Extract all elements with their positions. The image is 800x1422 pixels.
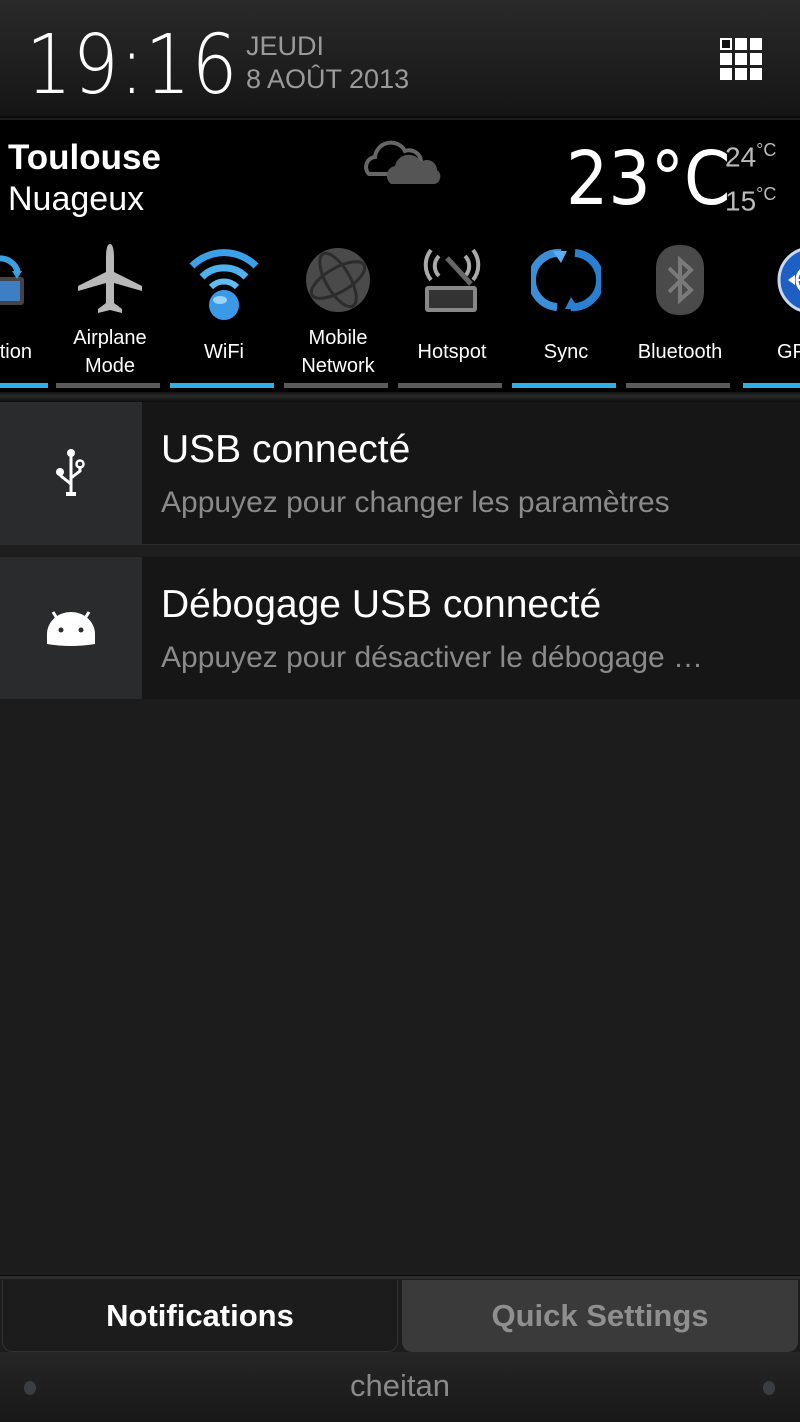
toggle-indicator bbox=[170, 383, 274, 388]
clock[interactable]: 19:16 bbox=[26, 18, 238, 113]
weather-widget[interactable]: Toulouse Nuageux 23°C 24°C 15°C bbox=[0, 120, 800, 228]
gps-icon bbox=[759, 240, 800, 320]
sync-icon bbox=[531, 240, 601, 320]
toggle-indicator bbox=[626, 383, 730, 388]
notification-title: USB connecté bbox=[161, 428, 411, 471]
toggle-bluetooth[interactable]: Bluetooth bbox=[623, 228, 737, 390]
toggle-indicator bbox=[743, 383, 800, 388]
weather-city: Toulouse bbox=[8, 138, 161, 177]
notification-subtitle: Appuyez pour changer les paramètres bbox=[161, 486, 670, 519]
toggle-hotspot[interactable]: Hotspot bbox=[395, 228, 509, 390]
weekday: JEUDI bbox=[246, 31, 325, 61]
toggle-indicator bbox=[284, 383, 388, 388]
handle-dot bbox=[763, 1381, 775, 1395]
globe-icon bbox=[303, 240, 373, 320]
notification-title: Débogage USB connecté bbox=[161, 583, 602, 626]
drag-handle[interactable]: cheitan bbox=[0, 1352, 800, 1422]
toggle-label: WiFi bbox=[204, 341, 244, 363]
full-date: 8 AOÛT 2013 bbox=[246, 64, 410, 94]
notification-subtitle: Appuyez pour désactiver le débogage … bbox=[161, 641, 704, 674]
high-temperature: 24°C bbox=[725, 140, 777, 173]
toggle-indicator bbox=[512, 383, 616, 388]
date[interactable]: JEUDI 8 AOÛT 2013 bbox=[246, 30, 409, 96]
usb-icon bbox=[0, 402, 142, 544]
toggle-gps[interactable]: GP bbox=[737, 228, 800, 390]
bluetooth-icon bbox=[645, 240, 715, 320]
toggle-label: Hotspot bbox=[417, 341, 487, 363]
rotation-icon bbox=[0, 240, 26, 320]
grid-icon[interactable] bbox=[720, 38, 762, 80]
weather-condition: Nuageux bbox=[8, 180, 145, 218]
toggle-indicator bbox=[56, 383, 160, 388]
toggle-indicator bbox=[0, 383, 48, 388]
wifi-icon bbox=[189, 240, 259, 320]
toggle-label: Airplane Mode bbox=[73, 327, 147, 377]
divider bbox=[0, 544, 800, 556]
divider bbox=[0, 392, 800, 402]
carrier-label: cheitan bbox=[350, 1368, 450, 1403]
toggle-label: GP bbox=[777, 341, 800, 363]
divider bbox=[0, 1275, 800, 1279]
cloud-icon bbox=[364, 140, 441, 184]
toggle-label: Sync bbox=[543, 341, 589, 363]
quick-toggles[interactable]: tion Airplane Mode WiFi Mobile Network Hot… bbox=[0, 228, 800, 394]
toggle-sync[interactable]: Sync bbox=[509, 228, 623, 390]
current-temperature: 23°C bbox=[566, 136, 731, 222]
status-header: 19:16 JEUDI 8 AOÛT 2013 bbox=[0, 0, 800, 118]
notification-usb[interactable]: USB connecté Appuyez pour changer les pa… bbox=[0, 402, 800, 544]
toggle-airplane-mode[interactable]: Airplane Mode bbox=[53, 228, 167, 390]
tab-quick-settings[interactable]: Quick Settings bbox=[402, 1280, 798, 1352]
toggle-rotation[interactable]: tion bbox=[0, 228, 48, 390]
android-icon bbox=[0, 557, 142, 699]
airplane-icon bbox=[75, 240, 145, 320]
notification-usb-debugging[interactable]: Débogage USB connecté Appuyez pour désac… bbox=[0, 557, 800, 699]
toggle-label: Mobile Network bbox=[301, 327, 375, 377]
toggle-wifi[interactable]: WiFi bbox=[167, 228, 281, 390]
low-temperature: 15°C bbox=[725, 184, 777, 217]
hotspot-icon bbox=[417, 240, 487, 320]
toggle-label: Bluetooth bbox=[637, 341, 723, 363]
toggle-indicator bbox=[398, 383, 502, 388]
tab-notifications[interactable]: Notifications bbox=[2, 1280, 398, 1352]
toggle-label: tion bbox=[0, 341, 32, 363]
toggle-mobile-network[interactable]: Mobile Network bbox=[281, 228, 395, 390]
